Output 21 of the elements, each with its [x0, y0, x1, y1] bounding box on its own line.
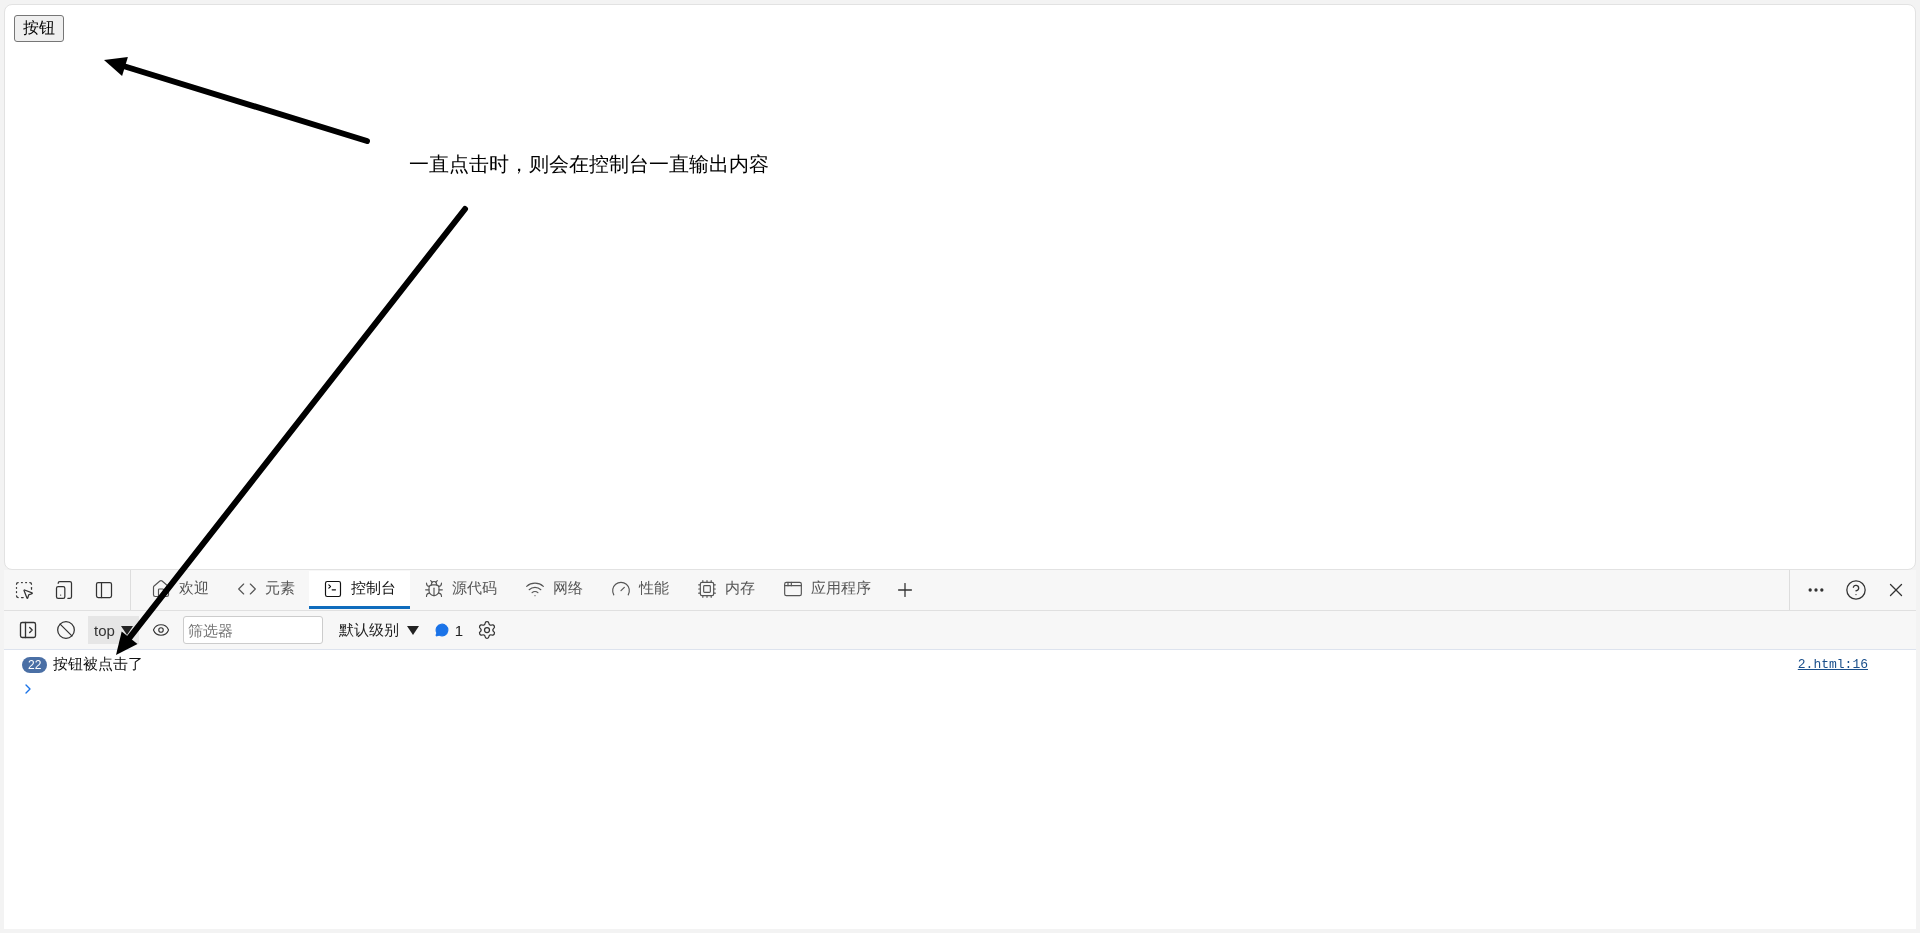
filter-field[interactable]: 筛选器: [182, 616, 323, 644]
devtools-tab[interactable]: 源代码: [410, 571, 511, 609]
page-button[interactable]: 按钮: [14, 15, 64, 42]
level-dropdown[interactable]: 默认级别: [328, 620, 429, 640]
terminal-icon: [323, 578, 343, 599]
message-icon: [434, 623, 449, 637]
bug-icon: [424, 578, 444, 599]
devtools-tab[interactable]: 性能: [597, 571, 683, 609]
chip-icon: [697, 578, 717, 599]
source-link[interactable]: 2.html:16: [1797, 657, 1868, 672]
repeat-count-badge: 22: [22, 656, 48, 673]
devtools-tab[interactable]: 元素: [223, 571, 309, 609]
home-icon: [151, 578, 171, 599]
annotation-text: 一直点击时，则会在控制台一直输出内容: [409, 152, 769, 177]
devtools-tab[interactable]: 欢迎: [137, 571, 223, 609]
devtools-tab[interactable]: 网络: [511, 571, 597, 609]
devtools-tab[interactable]: 内存: [683, 571, 769, 609]
message-count: 1: [454, 621, 464, 639]
devtools-tab[interactable]: 控制台: [309, 571, 410, 609]
log-message: 按钮被点击了: [53, 655, 144, 674]
devtools-tab[interactable]: 应用程序: [769, 571, 885, 609]
